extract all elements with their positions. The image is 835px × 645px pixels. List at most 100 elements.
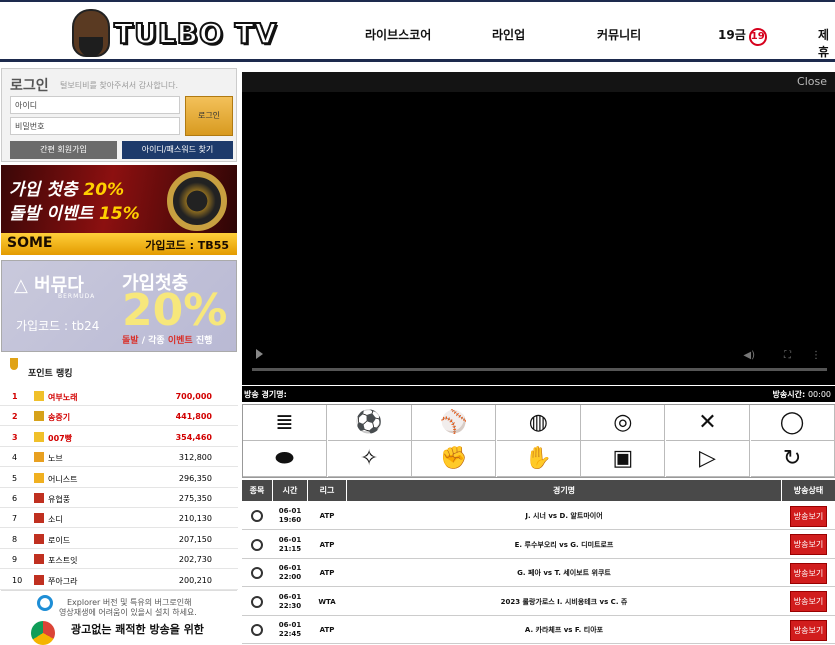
ranking-row[interactable]: 4 노브 312,800 [0,447,238,468]
play-icon[interactable] [256,349,263,359]
logo-text: TULBO TV [113,16,278,51]
status-cell: 방송보기 [782,559,835,587]
login-title: 로그인 [10,78,49,94]
fist-icon[interactable]: ✊ [412,441,497,477]
player-close-button[interactable]: Close [797,75,827,88]
rank-number: 9 [12,555,18,565]
volleyball-icon[interactable]: ◎ [581,405,666,441]
tennis-icon [251,567,263,580]
login-button[interactable]: 로그인 [185,96,233,136]
banner2-event: 돌발 / 각종 이벤트 진행 [122,336,213,346]
status-cell: 방송보기 [782,531,835,559]
status-cell: 방송보기 [782,502,835,530]
login-box: 로그인 털보티비를 찾아주셔서 감사합니다. 아이디 비밀번호 로그인 간편 회… [1,68,237,162]
nav-livescore[interactable]: 라이브스코어 [365,26,431,43]
watch-button[interactable]: 방송보기 [789,591,828,613]
rank-user: 어니스트 [48,474,78,484]
ranking-row[interactable]: 7 소디 210,130 [0,508,238,529]
banner1-footer: SOME 가입코드 : TB55 [1,233,237,255]
top-navigation: TULBO TV 라이브스코어 라인업 커뮤니티 19금 19 제휴 [0,0,835,62]
rank-points: 210,130 [178,514,212,524]
soccer-icon[interactable]: ⚽ [327,405,412,441]
nav-lineup[interactable]: 라인업 [492,26,525,43]
rank-points: 441,800 [175,412,212,422]
volume-icon[interactable]: ◀) [743,350,755,361]
rank-number: 10 [12,575,23,585]
rank-user: 송중기 [48,413,71,423]
fullscreen-icon[interactable]: ⛶ [784,350,791,361]
ranking-row[interactable]: 2 송중기 441,800 [0,406,238,427]
signup-button[interactable]: 간편 회원가입 [10,141,117,159]
site-logo[interactable]: TULBO TV [72,8,277,58]
baseball-icon[interactable]: ⚾ [412,405,497,441]
adult-badge-icon: 19 [748,28,767,46]
schedule-header: 경기명 [347,480,781,501]
bermuda-banner[interactable]: △ 버뮤다 BERMUDA 가입첫충 20% 가입코드 : tb24 돌발 / … [1,260,237,352]
rank-number: 3 [12,432,18,442]
hockey-icon[interactable]: ✕ [666,405,750,441]
rank-points: 312,800 [178,453,212,463]
ranking-row[interactable]: 10 쭈아그라 200,210 [0,570,238,590]
nav-adult[interactable]: 19금 19 [718,26,767,46]
watch-button[interactable]: 방송보기 [789,562,828,584]
ranking-title: 포인트 랭킹 [28,369,73,379]
rank-user: 여부노래 [48,393,78,402]
list-icon[interactable]: ≣ [243,405,327,441]
game-name-label: 방송 경기명: [244,390,287,399]
nav-partner[interactable]: 제휴 [818,26,835,60]
rank-number: 7 [12,514,18,524]
schedule-row: 06-01 19:60 ATP J. 시너 vs D. 알트마이어 방송보기 [242,502,835,530]
ranking-row[interactable]: 1 여부노래 700,000 [0,386,238,406]
chrome-icon [31,621,55,645]
player-top-strip [242,72,835,92]
time-cell: 06-01 22:30 [278,592,302,610]
ranking-row[interactable]: 5 어니스트 296,350 [0,468,238,488]
ranking-row[interactable]: 3 007빵 354,460 [0,427,238,447]
watch-button[interactable]: 방송보기 [789,534,828,556]
ufc-icon[interactable]: ✋ [496,441,581,477]
match-cell: 2023 롤랑가로스 I. 시비옹테크 vs C. 쥬 [500,597,628,606]
ranking-row[interactable]: 9 포스트잇 202,730 [0,549,238,570]
rank-number: 1 [12,392,18,401]
find-account-button[interactable]: 아이디/패스워드 찾기 [122,141,233,159]
time-cell: 06-01 22:45 [278,621,302,639]
ranking-row[interactable]: 6 유협풍 275,350 [0,488,238,508]
level-icon [34,472,44,483]
basketball-icon[interactable]: ◍ [496,405,581,441]
watch-button[interactable]: 방송보기 [789,505,828,527]
watch-button[interactable]: 방송보기 [789,619,828,641]
level-icon [34,513,44,524]
refresh-icon[interactable]: ↻ [750,441,835,477]
status-cell: 방송보기 [782,588,835,616]
id-input[interactable]: 아이디 [10,96,180,114]
ranking-row[interactable]: 8 로이드 207,150 [0,529,238,549]
league-cell: ATP [319,540,335,549]
league-cell: ATP [319,512,335,520]
progress-bar[interactable] [252,368,827,371]
rank-number: 8 [12,534,18,544]
league-cell: ATP [319,569,335,578]
match-cell: J. 시너 vs D. 알트마이어 [525,512,603,520]
schedule-row: 06-01 22:45 ATP A. 카라체프 vs F. 티아포 방송보기 [242,616,835,645]
more-options-icon[interactable]: ⋮ [811,350,821,361]
tennis-icon [251,538,263,551]
schedule-header: 시간 [273,480,307,501]
play-icon[interactable]: ▷ [666,441,750,477]
league-cell: WTA [318,597,336,606]
lol-icon[interactable]: ✧ [327,441,412,477]
broadcast-status-bar: 방송 경기명: 방송시간: 00:00 [242,386,835,402]
level-icon [34,554,44,565]
tennis-icon[interactable]: ◯ [750,405,835,441]
rank-user: 소디 [48,515,63,525]
nav-community[interactable]: 커뮤니티 [597,26,641,43]
banner1-line2: 돌발 이벤트 15% [9,204,140,224]
sport-cell [242,502,272,530]
level-icon [34,533,44,544]
some-banner[interactable]: 가입 첫충 20% 돌발 이벤트 15% SOME 가입코드 : TB55 [1,165,237,255]
video-player[interactable]: Close ◀) ⛶ ⋮ [242,72,835,385]
hd-icon[interactable]: ▣ [581,441,666,477]
password-input[interactable]: 비밀번호 [10,117,180,135]
rank-points: 207,150 [178,534,212,544]
football-icon[interactable]: ⬬ [243,441,327,477]
rank-number: 6 [12,494,18,503]
